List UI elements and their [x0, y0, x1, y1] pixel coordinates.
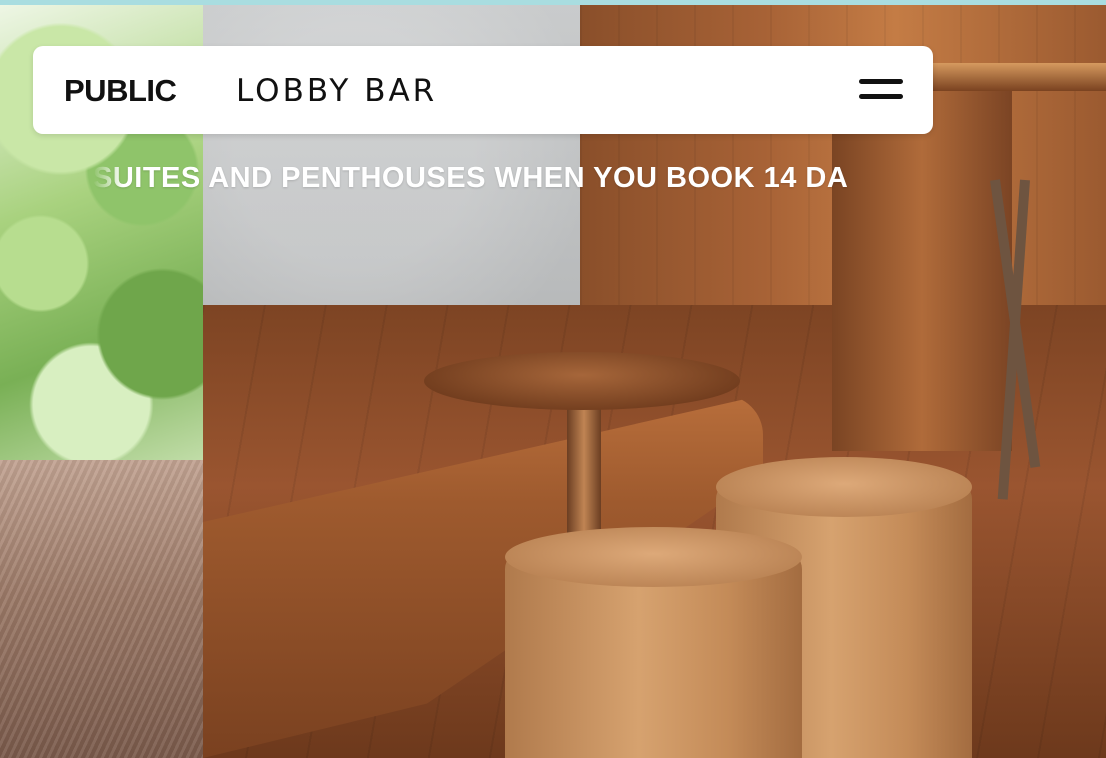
- fur-throw: [0, 460, 203, 758]
- promo-marquee: SUITES AND PENTHOUSES WHEN YOU BOOK 14 D…: [93, 162, 933, 200]
- menu-bar-top: [859, 79, 903, 84]
- brand-logo[interactable]: PUBLIC: [64, 73, 177, 109]
- top-accent-strip: [0, 0, 1106, 5]
- promo-text: SUITES AND PENTHOUSES WHEN YOU BOOK 14 D…: [93, 162, 849, 194]
- wood-pillar: [832, 91, 1012, 451]
- round-side-table: [424, 352, 740, 410]
- leather-stool-front: [505, 527, 802, 758]
- menu-bar-bottom: [859, 94, 903, 99]
- hamburger-menu-icon[interactable]: [855, 74, 903, 104]
- site-header: PUBLIC LOBBY BAR: [33, 46, 933, 134]
- page-title: LOBBY BAR: [236, 73, 438, 109]
- table-stem: [567, 403, 601, 533]
